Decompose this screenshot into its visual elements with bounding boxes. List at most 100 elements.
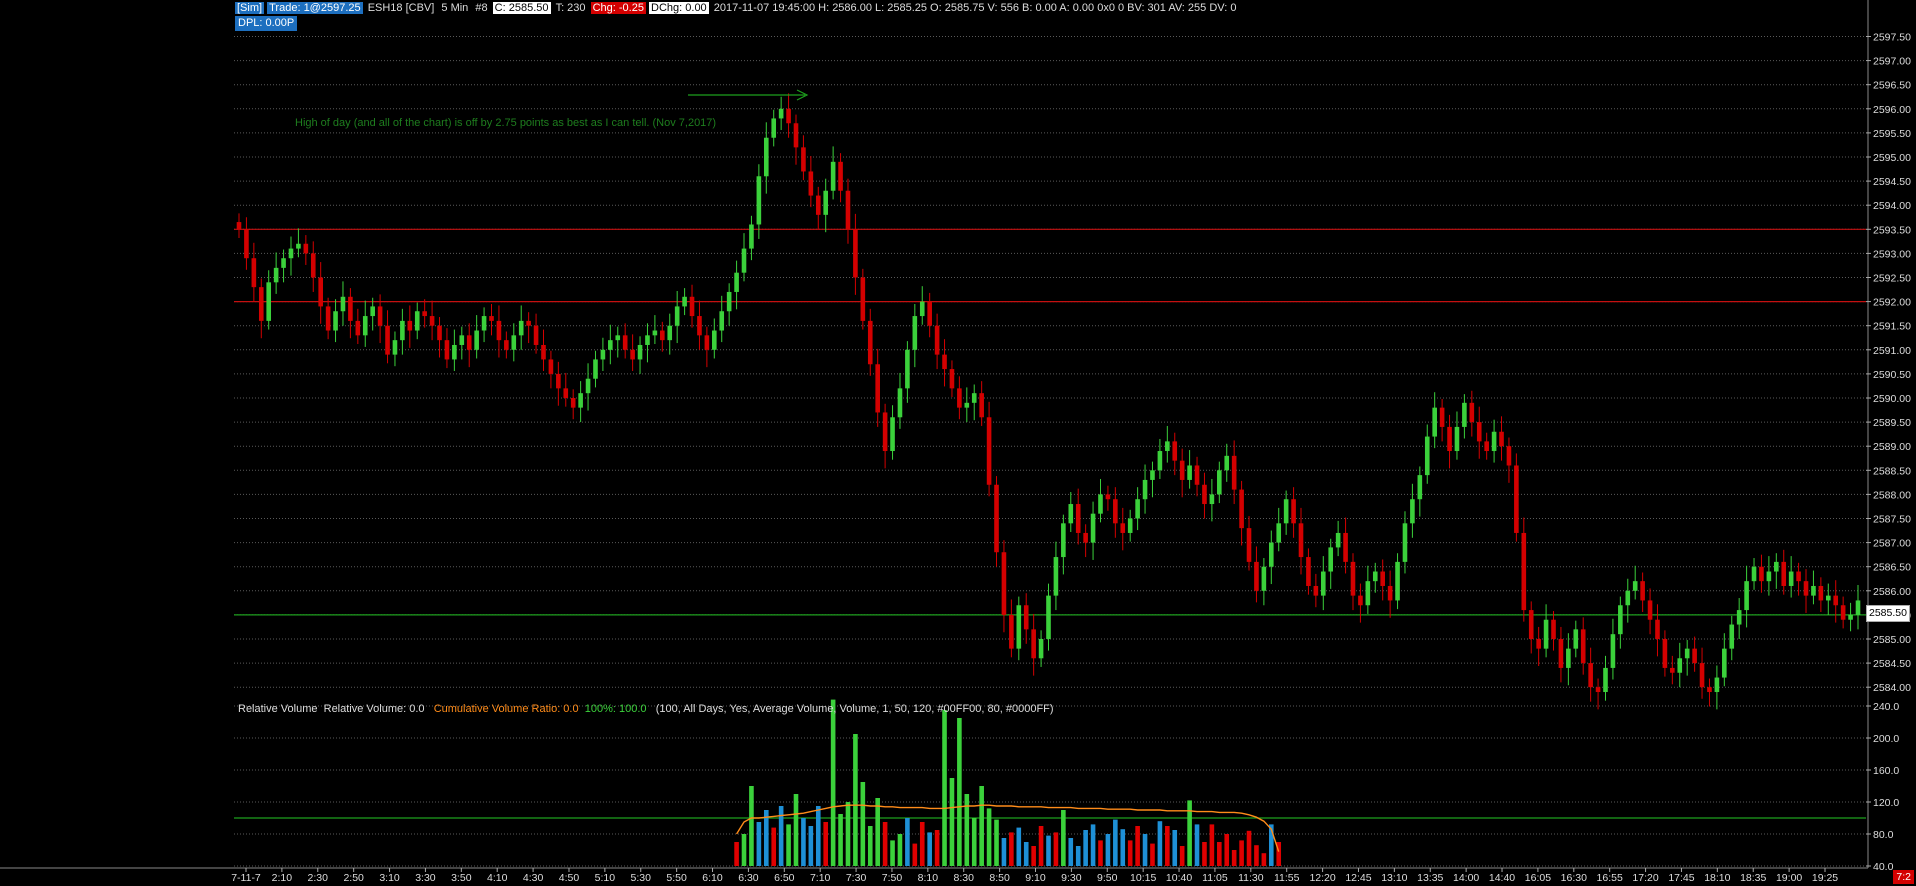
candle-body [1372,571,1378,582]
candle-body [867,320,873,365]
candle [1127,509,1133,542]
candle [949,360,955,398]
time-tick-label: 7:30 [846,872,867,884]
volume-bar [971,818,977,866]
study-pct: 100%: 100.0 [584,703,647,715]
chart-canvas[interactable]: 2597.50 2597.00 2596.50 2596.00 2595.50 2595.… [0,0,1916,886]
volume-bar [1194,824,1200,866]
volume-bar [875,798,880,866]
candle-body [1788,571,1794,586]
time-tick-label: 3:30 [415,872,436,884]
candle-body [778,108,784,119]
candle-body [1350,561,1356,596]
volume-bar [1224,834,1230,866]
price-tick-label: 2591.50 [1873,321,1911,333]
volume-bar [749,786,754,866]
candle-body [957,388,962,408]
candle [1603,655,1608,701]
volume-bar [1157,821,1163,866]
candle [1157,438,1163,479]
dpl-badge[interactable]: DPL: 0.00P [235,16,298,31]
candle-body [1551,619,1556,639]
volume-tick-label: 200.0 [1873,733,1899,745]
candle-body [481,316,487,331]
candle-body [333,311,338,331]
candle [838,153,843,203]
candle-body [1105,494,1111,500]
price-tick-label: 2590.50 [1873,369,1911,381]
candle-body [949,369,955,389]
candle [1046,583,1051,651]
volume-tick-label: 240.0 [1873,701,1899,713]
candle [273,252,279,294]
candle [325,297,331,340]
candle-body [749,224,754,249]
candle-body [1083,532,1088,543]
candle [667,313,673,355]
candle-body [652,330,658,336]
time-tick-label: 13:10 [1381,872,1407,884]
price-tick-label: 2597.00 [1873,56,1911,68]
price-tick-label: 2591.00 [1873,345,1911,357]
time-axis[interactable]: 7-11-7 2:10 2:30 2:50 3:10 3:30 3:50 4:10 4:30 4:… [0,867,1868,884]
daily-change-label: DChg: 0.00 [649,2,709,14]
candle-body [1484,441,1489,452]
candle [1684,639,1690,676]
volume-bar [853,734,858,866]
candle-body [1840,605,1846,620]
sim-badge[interactable]: [Sim] [235,2,265,14]
candle-body [1276,523,1282,543]
price-tick-label: 2587.50 [1873,514,1911,526]
candle-body [1261,566,1267,591]
candle-body [1172,441,1178,461]
volume-bar [1254,845,1259,866]
candle [897,372,903,429]
candle-body [793,123,799,148]
candle-body [1298,523,1304,558]
candle [318,262,323,324]
candle [1632,565,1638,600]
volume-bar [986,808,992,866]
candle [1543,604,1549,658]
close-label: C: 2585.50 [492,2,551,14]
candle-body [1684,648,1690,659]
trade-badge[interactable]: Trade: 1@2597.25 [267,2,363,14]
candle [474,315,479,359]
candle [1276,507,1282,552]
volume-bar [1150,843,1155,866]
price-axis[interactable]: 2597.50 2597.00 2596.50 2596.00 2595.50 2595.… [1866,0,1911,873]
candle-body [1677,658,1683,673]
candle-body [1246,528,1252,562]
time-tick-label: 7:50 [882,872,903,884]
candle-body [414,311,420,331]
change-label: Chg: -0.25 [590,2,646,14]
candle-body [348,296,353,321]
candle [830,146,836,200]
candle-body [541,344,546,360]
candle-body [890,417,895,452]
ticks-label: T: 230 [555,2,586,14]
candle-body [1432,407,1437,437]
candle-body [838,161,843,191]
volume-bar [1083,830,1088,866]
candle [1588,647,1593,702]
candle [1350,553,1356,611]
volume-bar [942,710,947,866]
candle [1595,678,1601,710]
interval-label: 5 Min [441,2,469,14]
candle [1009,599,1014,658]
price-tick-label: 2588.50 [1873,465,1911,477]
volume-bar [845,802,851,866]
candle [570,389,576,420]
candle-body [630,349,635,360]
volume-bar [979,786,984,866]
candle [1855,585,1861,630]
candle-body [1217,470,1222,495]
candle-body [1736,610,1742,625]
candle [593,350,598,388]
volume-bar [949,778,955,866]
time-tick-label: 4:30 [523,872,544,884]
time-tick-label: 6:50 [774,872,795,884]
candle [541,329,546,372]
candle-body [1231,455,1237,490]
